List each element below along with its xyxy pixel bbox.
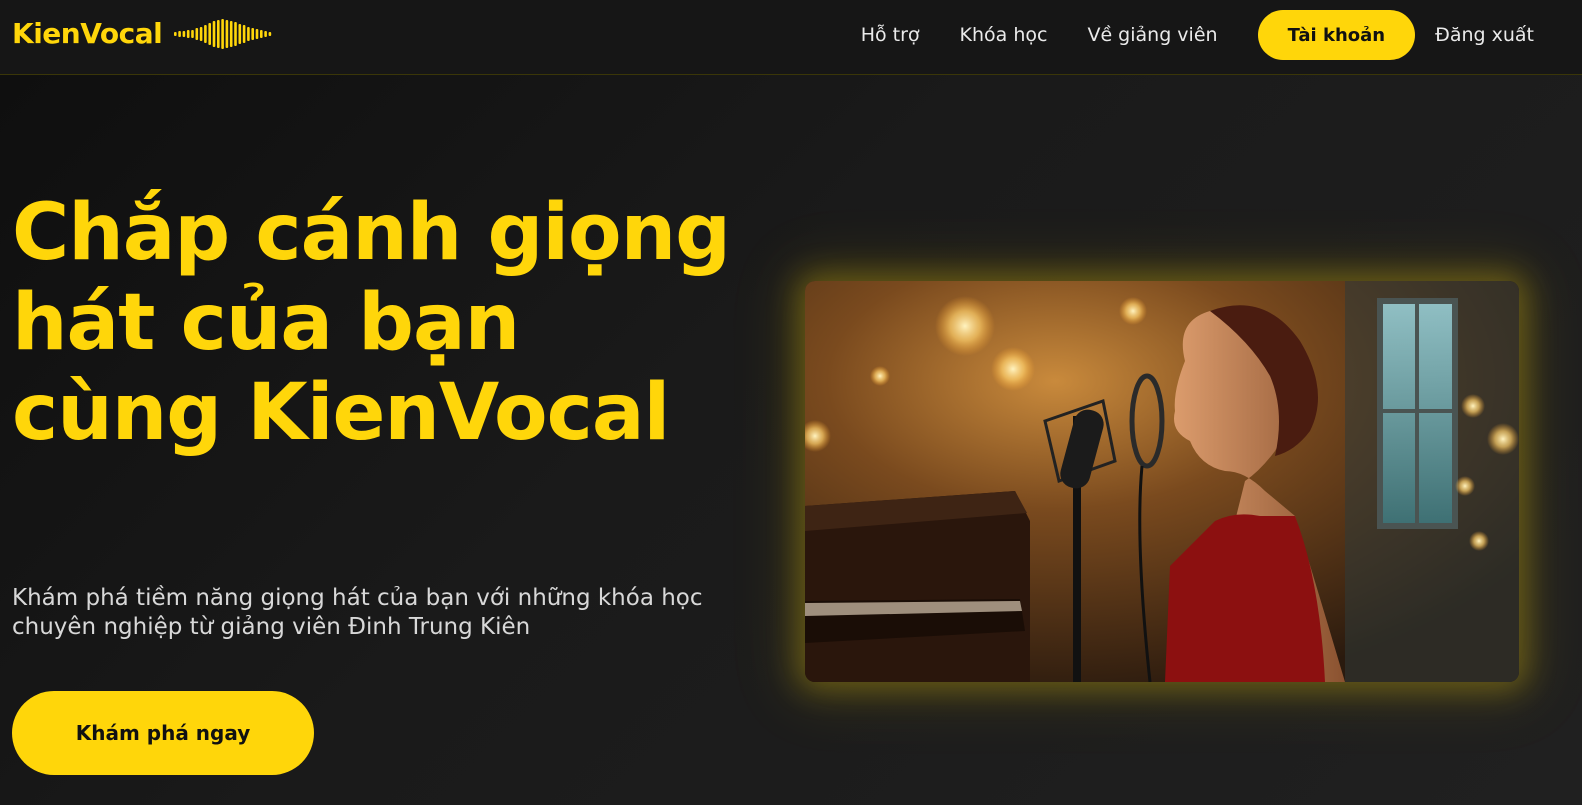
- nav-link-instructor[interactable]: Về giảng viên: [1087, 24, 1217, 46]
- nav-link-support[interactable]: Hỗ trợ: [861, 24, 920, 46]
- top-navbar: KienVocal Hỗ trợ Khóa học Về giảng viên …: [0, 0, 1582, 75]
- nav-link-courses[interactable]: Khóa học: [960, 24, 1048, 46]
- explore-now-button[interactable]: Khám phá ngay: [12, 691, 314, 775]
- hero-title: Chắp cánh giọng hát của bạn cùng KienVoc…: [12, 188, 731, 458]
- brand-name: KienVocal: [12, 17, 163, 50]
- hero-subtitle: Khám phá tiềm năng giọng hát của bạn với…: [12, 585, 703, 640]
- soundwave-icon: [174, 18, 274, 49]
- logout-link[interactable]: Đăng xuất: [1435, 24, 1534, 46]
- singer-studio-photo: [805, 281, 1519, 682]
- main-nav: Hỗ trợ Khóa học Về giảng viên Tài khoản …: [861, 10, 1534, 60]
- account-button[interactable]: Tài khoản: [1257, 10, 1416, 60]
- brand-logo[interactable]: KienVocal: [12, 17, 274, 50]
